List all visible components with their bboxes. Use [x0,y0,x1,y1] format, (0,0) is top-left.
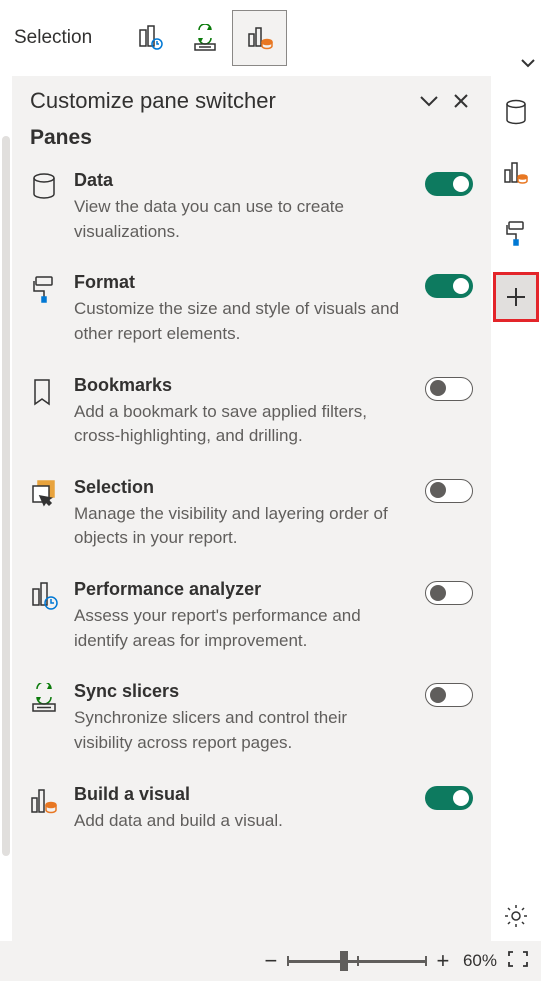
rail-settings-button[interactable] [495,895,537,937]
toggle-bookmarks[interactable] [425,377,473,401]
pane-label: Bookmarks [74,375,409,396]
pane-label: Data [74,170,409,191]
toggle-build-visual[interactable] [425,786,473,810]
panel-title: Customize pane switcher [30,88,276,114]
pane-item-format: Format Customize the size and style of v… [30,272,473,346]
pane-item-selection: Selection Manage the visibility and laye… [30,477,473,551]
pane-item-build-visual: Build a visual Add data and build a visu… [30,784,473,834]
vertical-scrollbar[interactable] [2,136,10,856]
pane-label: Sync slicers [74,681,409,702]
section-title: Panes [30,126,473,150]
collapse-button[interactable] [417,89,441,113]
toggle-data[interactable] [425,172,473,196]
tab-selection[interactable]: Selection [4,27,102,49]
pane-label: Build a visual [74,784,409,805]
build-visual-button[interactable] [232,10,287,66]
zoom-slider[interactable]: − + [261,948,453,974]
pane-item-data: Data View the data you can use to create… [30,170,473,244]
pane-description: Synchronize slicers and control their vi… [74,706,409,755]
slider-track[interactable] [287,960,427,963]
selection-icon [30,479,60,509]
pane-item-sync-slicers: Sync slicers Synchronize slicers and con… [30,681,473,755]
performance-icon [30,581,58,611]
pane-description: Add data and build a visual. [74,809,409,834]
sync-slicers-button[interactable] [177,10,232,66]
slider-thumb[interactable] [340,951,348,971]
pane-item-performance-analyzer: Performance analyzer Assess your report'… [30,579,473,653]
zoom-in-button[interactable]: + [433,948,453,974]
fit-page-icon [507,950,529,968]
pane-item-bookmarks: Bookmarks Add a bookmark to save applied… [30,375,473,449]
gear-icon [503,903,529,929]
format-roller-icon [30,274,58,304]
database-icon [503,99,529,127]
perf-icon [136,24,164,52]
pane-description: Manage the visibility and layering order… [74,502,409,551]
toggle-sync-slicers[interactable] [425,683,473,707]
database-icon [30,172,58,202]
pane-switcher-rail [491,76,541,941]
status-bar: − + 60% [0,941,541,981]
top-toolbar: Selection [0,0,541,76]
plus-icon [503,284,529,310]
format-icon [503,220,529,246]
build-visual-icon [246,24,274,52]
zoom-out-button[interactable]: − [261,948,281,974]
build-visual-icon [503,160,529,186]
pane-description: Assess your report's performance and ide… [74,604,409,653]
pane-description: View the data you can use to create visu… [74,195,409,244]
customize-pane-switcher-panel: Customize pane switcher Panes Data View … [12,76,491,941]
rail-format-button[interactable] [495,212,537,254]
close-icon [452,92,470,110]
sync-slicers-icon [191,24,219,52]
close-button[interactable] [449,89,473,113]
pane-label: Format [74,272,409,293]
bookmark-icon [30,377,54,407]
rail-build-visual-button[interactable] [495,152,537,194]
pane-description: Add a bookmark to save applied filters, … [74,400,409,449]
chevron-down-icon [418,94,440,108]
toggle-selection[interactable] [425,479,473,503]
rail-data-button[interactable] [495,92,537,134]
build-icon [30,786,58,816]
sync-icon [30,683,58,713]
fit-to-page-button[interactable] [507,950,529,973]
zoom-level-label: 60% [463,951,497,971]
toggle-performance-analyzer[interactable] [425,581,473,605]
pane-label: Performance analyzer [74,579,409,600]
chevron-down-icon[interactable] [519,56,537,74]
pane-description: Customize the size and style of visuals … [74,297,409,346]
performance-analyzer-button[interactable] [122,10,177,66]
pane-label: Selection [74,477,409,498]
toggle-format[interactable] [425,274,473,298]
rail-add-button[interactable] [493,272,539,322]
